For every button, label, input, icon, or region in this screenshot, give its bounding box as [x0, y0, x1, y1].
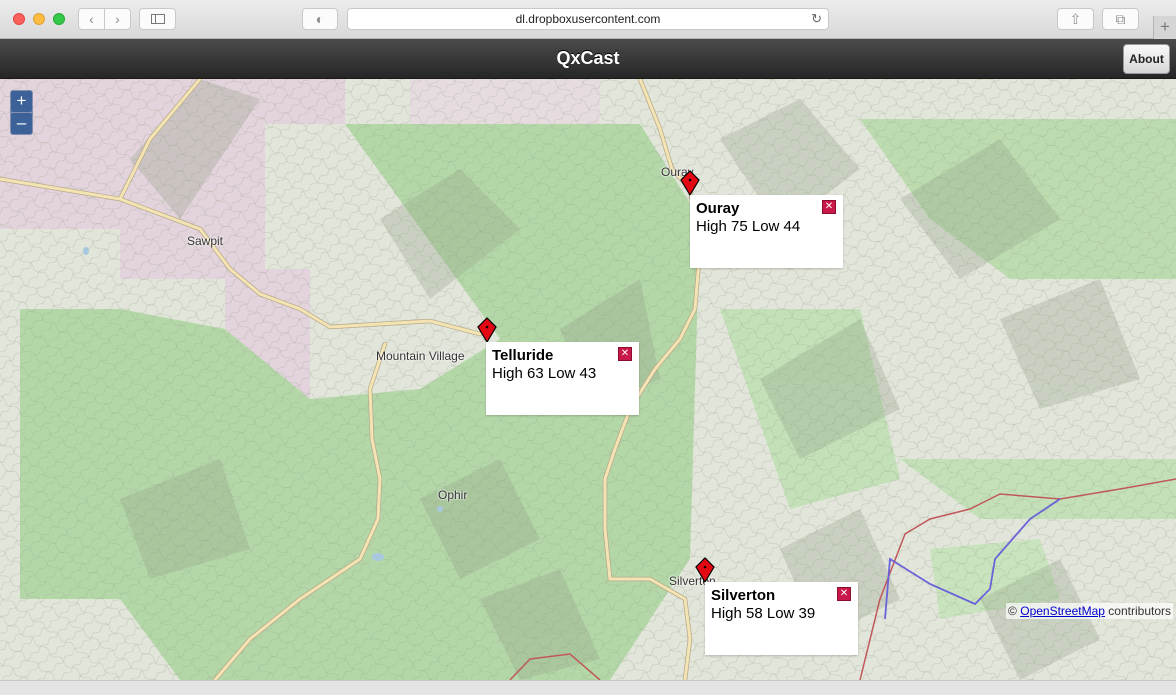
close-icon[interactable]: ✕ — [837, 587, 851, 601]
popup-city-name: Silverton — [711, 587, 776, 604]
copyright-symbol: © — [1008, 604, 1017, 618]
forward-button[interactable]: › — [104, 8, 131, 30]
popup-temperatures: High 63 Low 43 — [492, 365, 597, 382]
close-icon[interactable]: ✕ — [618, 347, 632, 361]
zoom-control: + – — [10, 90, 33, 135]
forecast-popup-ouray: Ouray High 75 Low 44 ✕ — [690, 195, 843, 268]
map-attribution: © OpenStreetMap contributors — [1006, 603, 1173, 619]
chevron-left-icon: ‹ — [89, 11, 94, 27]
browser-toolbar: ‹ › ◐ dl.dropboxusercontent.com ↻ ⇧ ⧉ + — [0, 0, 1176, 39]
attribution-suffix: contributors — [1108, 604, 1171, 618]
telluride-map-marker-icon[interactable] — [477, 317, 497, 343]
privacy-icon: ◐ — [315, 11, 325, 27]
place-label-mountain-village: Mountain Village — [376, 349, 465, 363]
place-label-ophir: Ophir — [438, 488, 468, 502]
place-label-sawpit: Sawpit — [187, 234, 224, 248]
tabs-icon: ⧉ — [1115, 11, 1126, 27]
forecast-popup-silverton: Silverton High 58 Low 39 ✕ — [705, 582, 858, 655]
url-text: dl.dropboxusercontent.com — [515, 12, 661, 26]
close-icon[interactable]: ✕ — [822, 200, 836, 214]
popup-temperatures: High 75 Low 44 — [696, 218, 801, 235]
popup-city-name: Telluride — [492, 347, 554, 364]
share-button[interactable]: ⇧ — [1057, 8, 1094, 30]
ouray-map-marker-icon[interactable] — [680, 170, 700, 196]
openstreetmap-link[interactable]: OpenStreetMap — [1020, 604, 1105, 618]
privacy-report-button[interactable]: ◐ — [302, 8, 338, 30]
silverton-map-marker-icon[interactable] — [695, 557, 715, 583]
chevron-right-icon: › — [115, 11, 120, 27]
popup-city-name: Ouray — [696, 200, 740, 217]
show-tabs-button[interactable]: ⧉ — [1102, 8, 1139, 30]
zoom-window-button[interactable] — [53, 13, 65, 25]
zoom-in-button[interactable]: + — [11, 91, 32, 112]
close-window-button[interactable] — [13, 13, 25, 25]
browser-status-bar — [0, 680, 1176, 695]
reload-icon[interactable]: ↻ — [811, 9, 822, 29]
share-icon: ⇧ — [1069, 11, 1082, 27]
minimize-window-button[interactable] — [33, 13, 45, 25]
app-header: QxCast About — [0, 39, 1176, 79]
app-title: QxCast — [556, 48, 620, 68]
address-bar[interactable]: dl.dropboxusercontent.com ↻ — [347, 8, 829, 30]
forecast-popup-telluride: Telluride High 63 Low 43 ✕ — [486, 342, 639, 415]
zoom-out-button[interactable]: – — [11, 113, 32, 134]
back-button[interactable]: ‹ — [78, 8, 105, 30]
plus-icon: + — [1160, 17, 1170, 36]
popup-temperatures: High 58 Low 39 — [711, 605, 816, 622]
sidebar-toggle-button[interactable] — [139, 8, 176, 30]
sidebar-icon — [150, 14, 165, 24]
new-tab-button[interactable]: + — [1153, 16, 1176, 39]
map-view[interactable]: + – Sawpit Mountain Village Ophir Ouray … — [0, 79, 1176, 680]
about-button[interactable]: About — [1123, 44, 1170, 74]
